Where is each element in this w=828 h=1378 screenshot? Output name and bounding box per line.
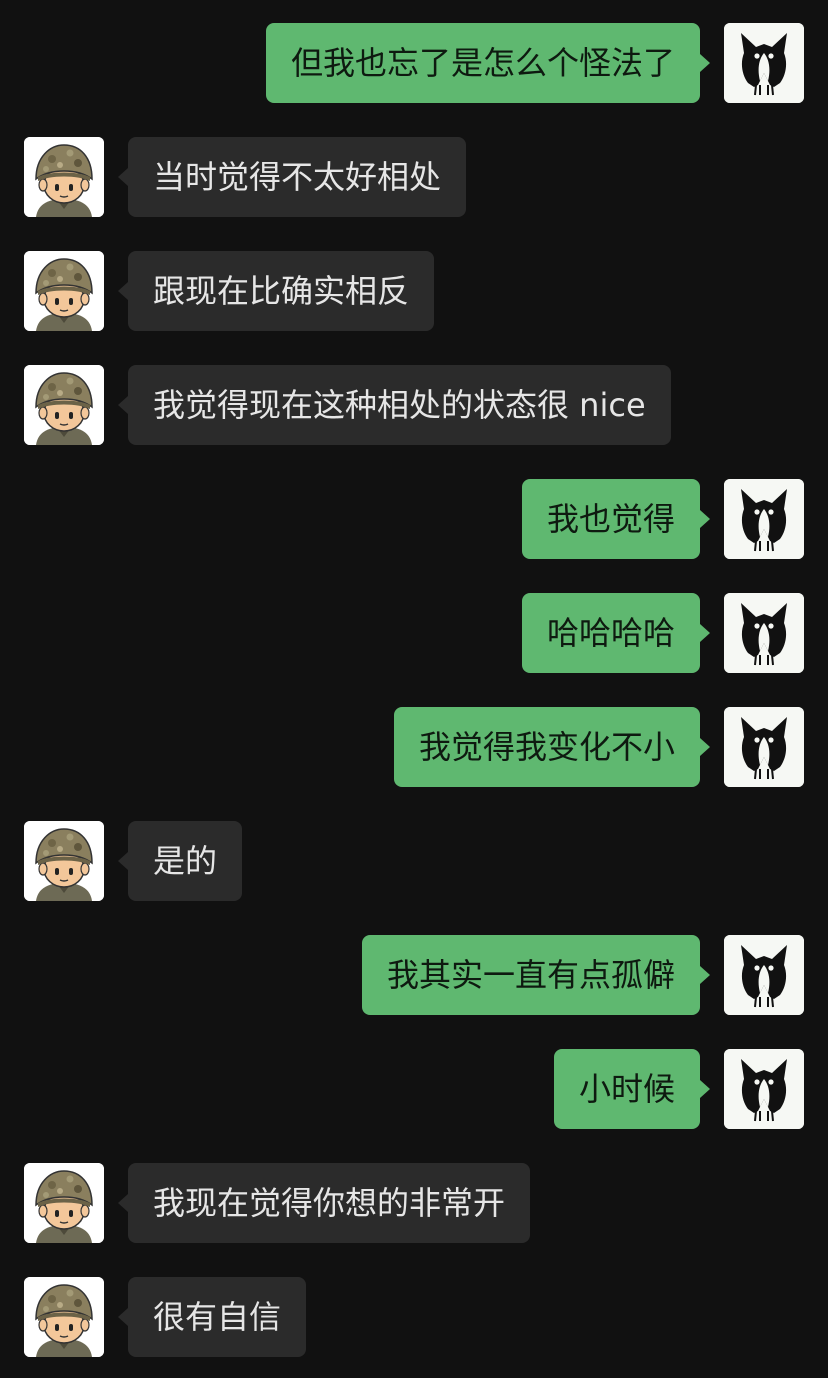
cat-silhouette-icon [724,23,804,103]
contact-avatar[interactable] [24,1163,104,1243]
my-avatar[interactable] [724,707,804,787]
message-bubble-outgoing[interactable]: 我其实一直有点孤僻 [361,935,711,1015]
message-row-outgoing: 哈哈哈哈 [0,593,828,673]
my-avatar[interactable] [724,593,804,673]
message-bubble-outgoing[interactable]: 我觉得我变化不小 [393,707,711,787]
cat-silhouette-icon [724,479,804,559]
message-bubble-incoming[interactable]: 我现在觉得你想的非常开 [117,1163,531,1243]
soldier-helmet-icon [24,251,104,331]
message-bubble-outgoing[interactable]: 小时候 [553,1049,711,1129]
cat-silhouette-icon [724,935,804,1015]
contact-avatar[interactable] [24,251,104,331]
contact-avatar[interactable] [24,1277,104,1357]
message-row-incoming: 是的 [0,821,828,901]
my-avatar[interactable] [724,1049,804,1129]
message-bubble-outgoing[interactable]: 我也觉得 [521,479,711,559]
soldier-helmet-icon [24,365,104,445]
message-row-incoming: 很有自信 [0,1277,828,1357]
contact-avatar[interactable] [24,365,104,445]
soldier-helmet-icon [24,137,104,217]
contact-avatar[interactable] [24,821,104,901]
message-bubble-outgoing[interactable]: 哈哈哈哈 [521,593,711,673]
message-row-outgoing: 小时候 [0,1049,828,1129]
contact-avatar[interactable] [24,137,104,217]
message-bubble-incoming[interactable]: 跟现在比确实相反 [117,251,435,331]
message-row-outgoing: 我觉得我变化不小 [0,707,828,787]
my-avatar[interactable] [724,23,804,103]
soldier-helmet-icon [24,1277,104,1357]
cat-silhouette-icon [724,707,804,787]
message-row-outgoing: 我其实一直有点孤僻 [0,935,828,1015]
message-bubble-outgoing[interactable]: 但我也忘了是怎么个怪法了 [265,23,711,103]
message-bubble-incoming[interactable]: 是的 [117,821,243,901]
message-row-incoming: 我觉得现在这种相处的状态很 nice [0,365,828,445]
message-row-outgoing: 但我也忘了是怎么个怪法了 [0,23,828,103]
message-row-incoming: 当时觉得不太好相处 [0,137,828,217]
message-bubble-incoming[interactable]: 很有自信 [117,1277,307,1357]
message-row-incoming: 我现在觉得你想的非常开 [0,1163,828,1243]
cat-silhouette-icon [724,1049,804,1129]
cat-silhouette-icon [724,593,804,673]
message-bubble-incoming[interactable]: 我觉得现在这种相处的状态很 nice [118,365,671,445]
soldier-helmet-icon [24,821,104,901]
message-row-outgoing: 我也觉得 [0,479,828,559]
message-bubble-incoming[interactable]: 当时觉得不太好相处 [117,137,467,217]
my-avatar[interactable] [724,935,804,1015]
my-avatar[interactable] [724,479,804,559]
chat-message-list[interactable]: 但我也忘了是怎么个怪法了 当时觉得不太好相处 跟现在比确实相反 我觉得现在这种相… [0,0,828,1378]
soldier-helmet-icon [24,1163,104,1243]
message-row-incoming: 跟现在比确实相反 [0,251,828,331]
